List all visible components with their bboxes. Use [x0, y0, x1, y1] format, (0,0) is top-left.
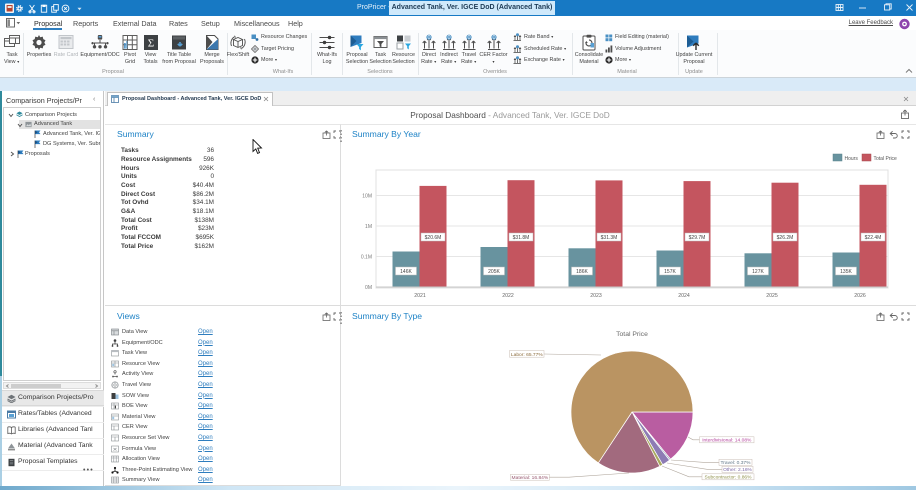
- svg-text:157K: 157K: [664, 269, 676, 275]
- svg-text:Travel: 0.37%: Travel: 0.37%: [721, 460, 752, 466]
- svg-text:2022: 2022: [502, 293, 514, 299]
- svg-text:127K: 127K: [752, 269, 764, 275]
- svg-text:0.1M: 0.1M: [361, 255, 372, 261]
- svg-text:1M: 1M: [365, 224, 372, 230]
- svg-text:$29.7M: $29.7M: [689, 235, 706, 241]
- svg-text:10M: 10M: [362, 194, 372, 200]
- svg-text:Σ: Σ: [147, 38, 153, 50]
- svg-text:$22.4M: $22.4M: [865, 235, 882, 241]
- svg-text:2026: 2026: [854, 293, 866, 299]
- svg-text:$20.6M: $20.6M: [425, 235, 442, 241]
- svg-text:2024: 2024: [678, 293, 690, 299]
- svg-text:135K: 135K: [840, 269, 852, 275]
- svg-text:$31.8M: $31.8M: [513, 235, 530, 241]
- svg-text:186K: 186K: [576, 269, 588, 275]
- svg-text:146K: 146K: [400, 269, 412, 275]
- svg-text:Total Price: Total Price: [874, 156, 898, 162]
- svg-text:Other: 2.16%: Other: 2.16%: [723, 467, 752, 473]
- svg-text:2021: 2021: [414, 293, 426, 299]
- svg-text:2025: 2025: [766, 293, 778, 299]
- svg-text:$31.3M: $31.3M: [601, 235, 618, 241]
- svg-text:Total Price: Total Price: [616, 331, 648, 338]
- svg-text:205K: 205K: [488, 269, 500, 275]
- svg-text:Hours: Hours: [845, 156, 859, 162]
- svg-text:$26.2M: $26.2M: [777, 235, 794, 241]
- svg-text:2023: 2023: [590, 293, 602, 299]
- svg-text:0M: 0M: [365, 285, 372, 291]
- svg-text:Interdivisional: 14.08%: Interdivisional: 14.08%: [702, 437, 752, 443]
- svg-text:Material: 16.84%: Material: 16.84%: [512, 475, 549, 481]
- svg-text:Subcontractor: 0.86%: Subcontractor: 0.86%: [704, 474, 752, 480]
- svg-text:Labor: 65.77%: Labor: 65.77%: [511, 352, 543, 358]
